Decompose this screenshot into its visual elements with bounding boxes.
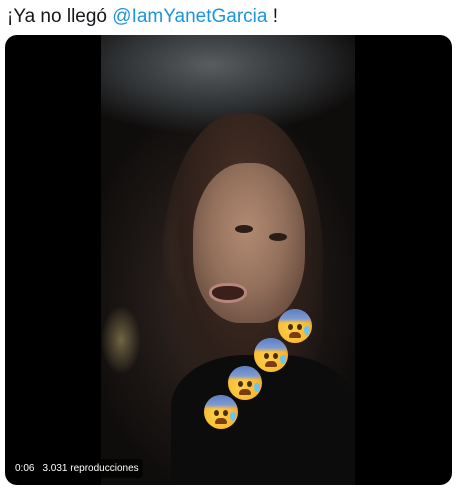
tweet-text-prefix: ¡Ya no llegó xyxy=(7,6,113,27)
video-stats-badge: 0:06 3.031 reproducciones xyxy=(11,459,143,478)
view-count: 3.031 reproducciones xyxy=(42,463,139,474)
person-jacket xyxy=(171,355,355,485)
window-light xyxy=(101,305,141,375)
person-face xyxy=(193,163,305,323)
anxious-face-with-sweat-icon xyxy=(204,395,238,429)
video-player[interactable] xyxy=(5,35,452,485)
person-mouth xyxy=(209,283,247,303)
tweet-text: ¡Ya no llegó @IamYanetGarcia ! xyxy=(7,4,452,30)
person-eye-right xyxy=(269,233,287,241)
person-eye-left xyxy=(235,225,253,233)
mention-link[interactable]: @IamYanetGarcia xyxy=(112,6,267,27)
elapsed-time: 0:06 xyxy=(15,463,35,474)
tweet-text-suffix: ! xyxy=(267,6,279,27)
video-frame[interactable] xyxy=(101,35,355,485)
